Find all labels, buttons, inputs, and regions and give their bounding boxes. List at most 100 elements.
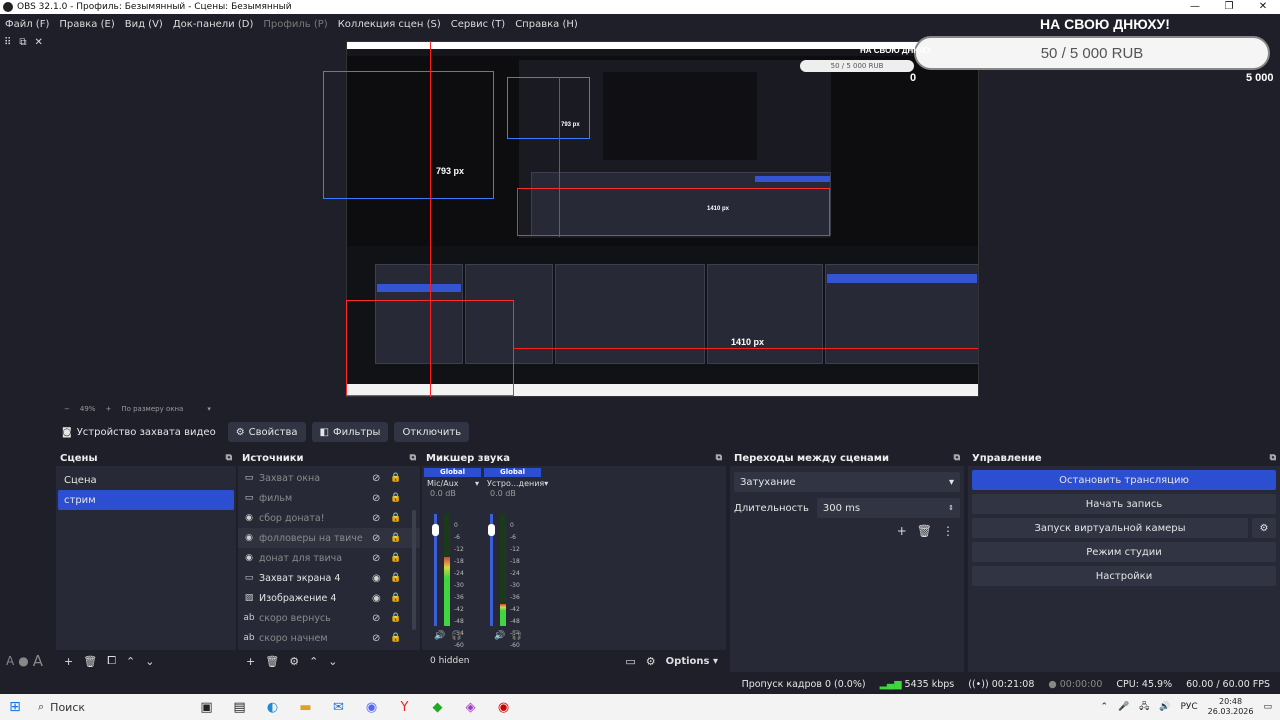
virtual-camera-settings-icon[interactable]: ⚙	[1252, 518, 1276, 538]
mic-icon[interactable]: 🎤	[1118, 702, 1129, 712]
more-options-icon[interactable]: ⋮	[942, 524, 954, 538]
lock-icon[interactable]: 🔒	[390, 473, 401, 483]
eye-hidden-icon[interactable]: ⊘	[372, 613, 380, 624]
menu-view[interactable]: Вид (V)	[120, 19, 168, 30]
lock-icon[interactable]: 🔒	[390, 553, 401, 563]
menu-help[interactable]: Справка (H)	[510, 19, 583, 30]
add-source-icon[interactable]: +	[246, 655, 255, 668]
start-recording-button[interactable]: Начать запись	[972, 494, 1276, 514]
selection-box-red[interactable]	[346, 300, 514, 396]
windows-start-icon[interactable]: ⊞	[0, 699, 30, 715]
minimize-button[interactable]: —	[1178, 0, 1212, 14]
lock-icon[interactable]: 🔒	[390, 593, 401, 603]
app-icon[interactable]: ◈	[454, 700, 487, 715]
remove-scene-icon[interactable]: 🗑	[83, 655, 97, 668]
source-item[interactable]: ▭ Захват экрана 4 ◉ 🔒	[238, 568, 420, 588]
edge-icon[interactable]: ◐	[256, 700, 289, 715]
source-item[interactable]: ▭ Захват окна ⊘ 🔒	[238, 468, 420, 488]
remove-transition-icon[interactable]: 🗑	[917, 524, 932, 538]
add-transition-icon[interactable]: +	[897, 524, 907, 538]
mail-icon[interactable]: ✉	[322, 700, 355, 715]
network-icon[interactable]: 🖧	[1139, 699, 1149, 715]
eye-hidden-icon[interactable]: ⊘	[372, 513, 380, 524]
settings-button[interactable]: Настройки	[972, 566, 1276, 586]
lock-icon[interactable]: 🔒	[390, 533, 401, 543]
scene-filters-icon[interactable]: ⧠	[107, 654, 116, 668]
store-icon[interactable]: ▤	[223, 700, 256, 715]
maximize-button[interactable]: ❐	[1212, 0, 1246, 14]
disable-button[interactable]: Отключить	[394, 422, 470, 442]
channel-name[interactable]: Mic/Aux ▾	[424, 477, 481, 489]
volume-icon[interactable]: 🔊	[1159, 702, 1170, 712]
move-up-icon[interactable]: ⌃	[309, 655, 318, 668]
eye-icon[interactable]: ◉	[372, 573, 381, 584]
headphones-icon[interactable]: 🎧	[451, 631, 462, 641]
source-item[interactable]: ◉ донат для твича ⊘ 🔒	[238, 548, 420, 568]
eye-hidden-icon[interactable]: ⊘	[372, 473, 380, 484]
eye-icon[interactable]: ◉	[372, 593, 381, 604]
source-item[interactable]: ab скоро вернусь ⊘ 🔒	[238, 608, 420, 628]
filters-button[interactable]: ◧ Фильтры	[311, 422, 389, 442]
spinner-icon[interactable]: ⇕	[948, 504, 954, 512]
selection-box-blue[interactable]	[323, 71, 494, 199]
language-indicator[interactable]: РУС	[1180, 702, 1197, 712]
undock-icon[interactable]: ⧉	[1270, 453, 1276, 463]
close-dock-icon[interactable]: ✕	[34, 37, 42, 48]
float-icon[interactable]: ⧉	[19, 37, 26, 48]
zoom-out-button[interactable]: −	[64, 405, 70, 413]
move-down-icon[interactable]: ⌄	[145, 655, 154, 668]
menu-edit[interactable]: Правка (E)	[54, 19, 119, 30]
source-item[interactable]: ab скоро начнем ⊘ 🔒	[238, 628, 420, 648]
yandex-icon[interactable]: Y	[388, 700, 421, 715]
layout-icon[interactable]: ▭	[625, 655, 635, 668]
explorer-icon[interactable]: ▬	[289, 700, 322, 715]
remove-source-icon[interactable]: 🗑	[265, 655, 279, 668]
obs-taskbar-icon[interactable]: ◉	[487, 700, 520, 715]
move-up-icon[interactable]: ⌃	[126, 655, 135, 668]
menu-tools[interactable]: Сервис (T)	[446, 19, 510, 30]
tray-chevron-icon[interactable]: ⌃	[1100, 702, 1108, 712]
undock-icon[interactable]: ⧉	[716, 453, 722, 463]
lock-icon[interactable]: 🔒	[390, 513, 401, 523]
eye-hidden-icon[interactable]: ⊘	[372, 633, 380, 644]
scene-item-scena[interactable]: Сцена	[58, 470, 234, 490]
notifications-icon[interactable]: ▭	[1263, 702, 1272, 712]
volume-knob[interactable]	[488, 524, 495, 536]
lock-icon[interactable]: 🔒	[390, 493, 401, 503]
source-item[interactable]: ▭ фильм ⊘ 🔒	[238, 488, 420, 508]
text-small-icon[interactable]: A	[6, 654, 14, 668]
source-properties-icon[interactable]: ⚙	[289, 655, 299, 668]
clock[interactable]: 20:48 26.03.2026	[1208, 697, 1254, 717]
speaker-icon[interactable]: 🔊	[494, 631, 505, 641]
sources-scrollbar[interactable]	[412, 510, 416, 630]
zoom-in-button[interactable]: +	[105, 405, 111, 413]
studio-mode-button[interactable]: Режим студии	[972, 542, 1276, 562]
text-large-icon[interactable]: A	[33, 652, 43, 670]
start-virtual-camera-button[interactable]: Запуск виртуальной камеры	[972, 518, 1248, 538]
add-scene-icon[interactable]: +	[64, 655, 73, 668]
undock-icon[interactable]: ⧉	[410, 453, 416, 463]
source-item[interactable]: ▨ Изображение 4 ◉ 🔒	[238, 588, 420, 608]
zoom-dropdown-icon[interactable]: ▾	[207, 405, 211, 413]
headphones-icon[interactable]: 🎧	[511, 631, 522, 641]
eye-hidden-icon[interactable]: ⊘	[372, 553, 380, 564]
move-down-icon[interactable]: ⌄	[328, 655, 337, 668]
volume-knob[interactable]	[432, 524, 439, 536]
source-item[interactable]: ◉ сбор доната! ⊘ 🔒	[238, 508, 420, 528]
task-view-icon[interactable]: ▣	[190, 700, 223, 715]
close-button[interactable]: ✕	[1246, 0, 1280, 14]
eye-hidden-icon[interactable]: ⊘	[372, 533, 380, 544]
properties-button[interactable]: ⚙ Свойства	[227, 422, 306, 442]
menu-file[interactable]: Файл (F)	[0, 19, 54, 30]
lock-icon[interactable]: 🔒	[390, 613, 401, 623]
eye-hidden-icon[interactable]: ⊘	[372, 493, 380, 504]
source-item[interactable]: ◉ фолловеры на твиче ⊘ 🔒	[238, 528, 420, 548]
options-button[interactable]: Options ▾	[666, 656, 718, 667]
undock-icon[interactable]: ⧉	[226, 453, 232, 463]
duration-input[interactable]: 300 ms ⇕	[816, 498, 960, 518]
drag-handle-icon[interactable]: ⠿	[4, 37, 11, 48]
stop-streaming-button[interactable]: Остановить трансляцию	[972, 470, 1276, 490]
undock-icon[interactable]: ⧉	[954, 453, 960, 463]
lock-icon[interactable]: 🔒	[390, 573, 401, 583]
discord-icon[interactable]: ◉	[355, 700, 388, 715]
